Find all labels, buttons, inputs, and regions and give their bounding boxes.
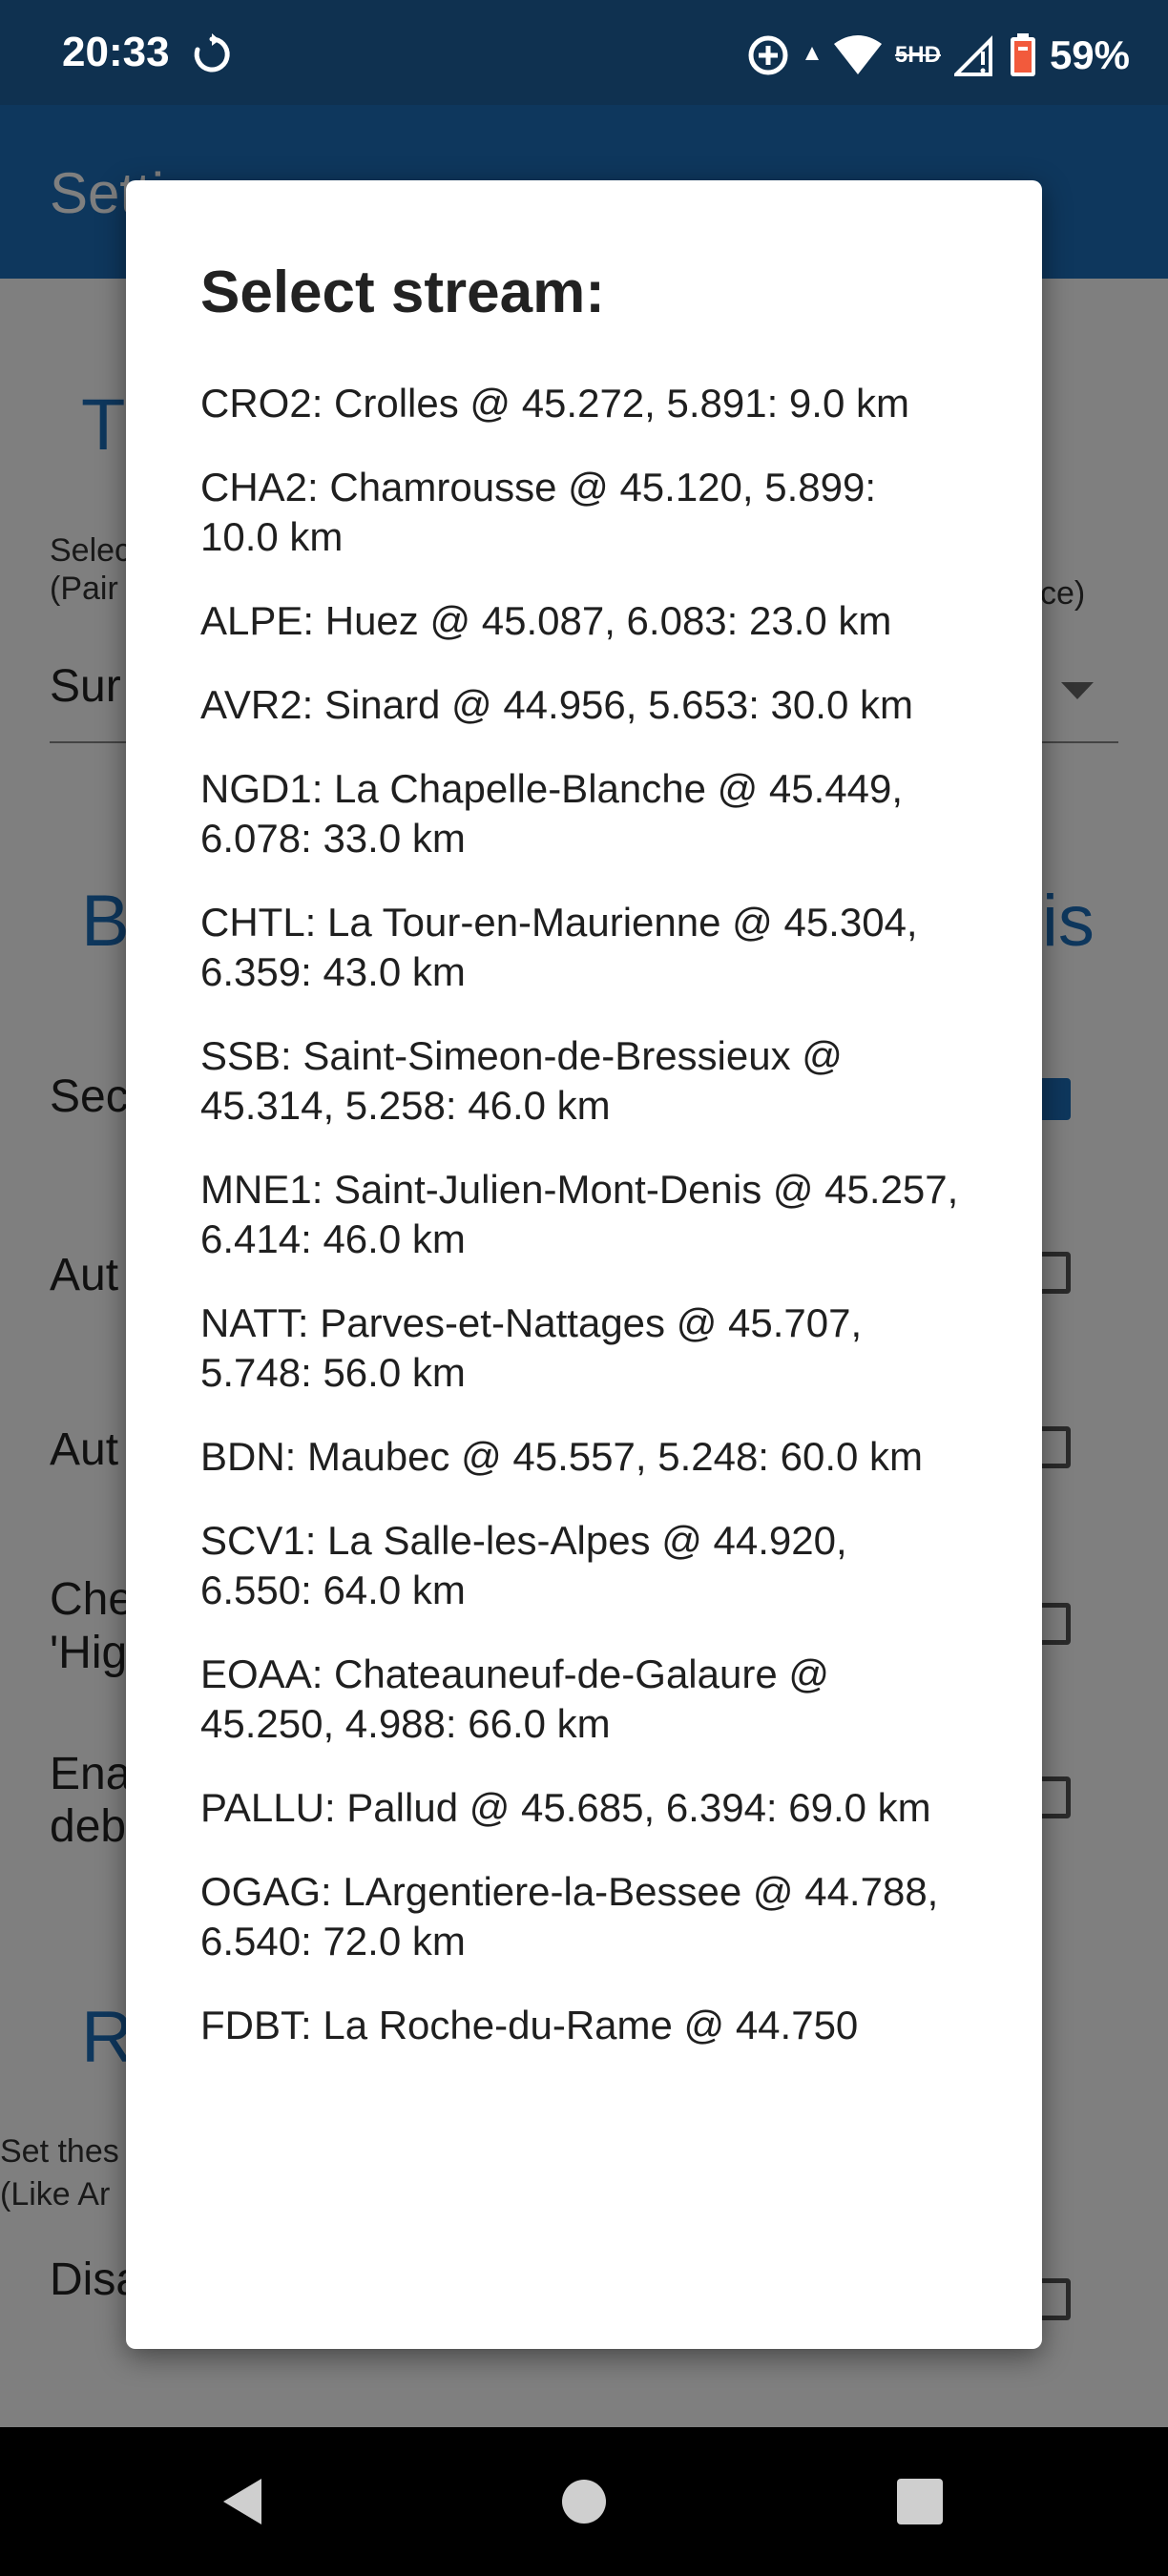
sync-icon xyxy=(194,33,230,73)
back-icon[interactable] xyxy=(216,2473,273,2530)
stream-option[interactable]: CRO2: Crolles @ 45.272, 5.891: 9.0 km xyxy=(200,362,964,446)
stream-option[interactable]: AVR2: Sinard @ 44.956, 5.653: 30.0 km xyxy=(200,663,964,747)
stream-option[interactable]: SCV1: La Salle-les-Alpes @ 44.920, 6.550… xyxy=(200,1499,964,1632)
stream-option[interactable]: EOAA: Chateauneuf-de-Galaure @ 45.250, 4… xyxy=(200,1632,964,1766)
stream-option[interactable]: SSB: Saint-Simeon-de-Bressieux @ 45.314,… xyxy=(200,1014,964,1148)
hotspot-icon xyxy=(748,35,788,75)
stream-option[interactable]: NATT: Parves-et-Nattages @ 45.707, 5.748… xyxy=(200,1281,964,1415)
status-icons: 5HD 59% xyxy=(746,27,1130,84)
stream-option[interactable]: CHA2: Chamrousse @ 45.120, 5.899: 10.0 k… xyxy=(200,446,964,579)
network-type: 5HD xyxy=(894,42,941,68)
stream-option[interactable]: PALLU: Pallud @ 45.685, 6.394: 69.0 km xyxy=(200,1766,964,1850)
stream-list: CRO2: Crolles @ 45.272, 5.891: 9.0 km CH… xyxy=(200,362,1002,2067)
status-bar: 20:33 5HD 59% xyxy=(0,0,1168,105)
cell-signal-icon xyxy=(953,35,992,76)
battery-icon xyxy=(1010,33,1035,76)
wifi-icon xyxy=(833,35,882,74)
stream-option[interactable]: MNE1: Saint-Julien-Mont-Denis @ 45.257, … xyxy=(200,1148,964,1281)
location-arrow-icon xyxy=(804,47,819,60)
select-stream-dialog: Select stream: CRO2: Crolles @ 45.272, 5… xyxy=(126,180,1042,2349)
recents-icon[interactable] xyxy=(891,2473,949,2530)
stream-option[interactable]: NGD1: La Chapelle-Blanche @ 45.449, 6.07… xyxy=(200,747,964,881)
stream-option[interactable]: FDBT: La Roche-du-Rame @ 44.750 xyxy=(200,1984,964,2067)
stream-option[interactable]: ALPE: Huez @ 45.087, 6.083: 23.0 km xyxy=(200,579,964,663)
battery-percent: 59% xyxy=(1049,32,1130,77)
stream-option[interactable]: BDN: Maubec @ 45.557, 5.248: 60.0 km xyxy=(200,1415,964,1499)
dialog-title: Select stream: xyxy=(200,260,605,325)
home-icon[interactable] xyxy=(555,2473,613,2530)
stream-option[interactable]: CHTL: La Tour-en-Maurienne @ 45.304, 6.3… xyxy=(200,881,964,1014)
clock: 20:33 xyxy=(62,29,170,75)
navigation-bar xyxy=(0,2427,1168,2576)
stream-option[interactable]: OGAG: LArgentiere-la-Bessee @ 44.788, 6.… xyxy=(200,1850,964,1984)
